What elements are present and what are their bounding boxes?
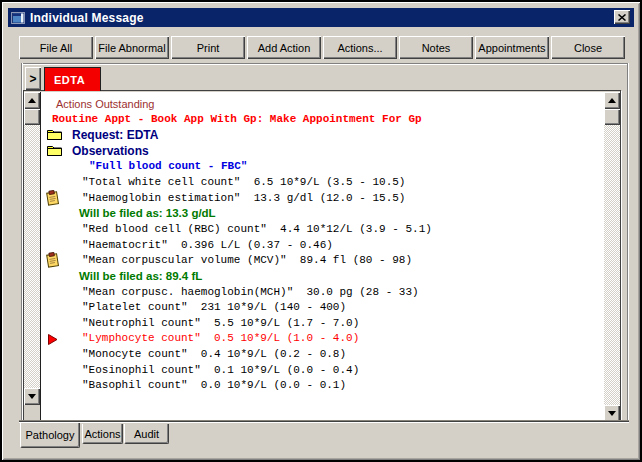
tab-pathology[interactable]: Pathology [20, 423, 80, 448]
close-button[interactable]: Close [551, 36, 625, 59]
message-line: "Full blood count - FBC" [41, 159, 604, 175]
message-line-text: "Platelet count" 231 10*9/L (140 - 400) [82, 301, 346, 313]
close-icon[interactable] [614, 10, 630, 24]
file-abnormal-button[interactable]: File Abnormal [95, 36, 169, 59]
actions-button[interactable]: Actions... [323, 36, 397, 59]
message-line: "Mean corpuscular volume (MCV)" 89.4 fl … [41, 252, 604, 268]
window-title: Individual Message [30, 11, 144, 25]
message-line: "Eosinophil count" 0.1 10*9/L (0.0 - 0.4… [41, 362, 604, 378]
message-line: Actions Outstanding [41, 96, 604, 112]
message-line: "Monocyte count" 0.4 10*9/L (0.2 - 0.8) [41, 346, 604, 362]
add-action-button[interactable]: Add Action [247, 36, 321, 59]
left-scrollbar-thumb[interactable] [24, 109, 40, 125]
message-line: "Mean corpusc. haemoglobin(MCH)" 30.0 pg… [41, 284, 604, 300]
message-line: "Total white cell count" 6.5 10*9/L (3.5… [41, 174, 604, 190]
message-line: Will be filed as: 89.4 fL [41, 268, 604, 284]
message-line-text: Routine Appt - Book App With Gp: Make Ap… [52, 113, 422, 125]
folder-icon [46, 144, 63, 160]
message-line-text: "Haemoglobin estimation" 13.3 g/dl (12.0… [82, 192, 405, 204]
message-line-text: "Total white cell count" 6.5 10*9/L (3.5… [82, 176, 405, 188]
message-line-text: "Neutrophil count" 5.5 10*9/L (1.7 - 7.0… [82, 317, 359, 329]
dialog-individual-message: Individual Message File AllFile Abnormal… [0, 0, 642, 462]
message-line-text: "Monocyte count" 0.4 10*9/L (0.2 - 0.8) [82, 348, 346, 360]
message-line-text: Will be filed as: 89.4 fL [79, 270, 202, 282]
message-line-text: Observations [72, 144, 149, 158]
message-line-text: "Eosinophil count" 0.1 10*9/L (0.0 - 0.4… [82, 364, 359, 376]
message-line-text: "Mean corpusc. haemoglobin(MCH)" 30.0 pg… [82, 286, 419, 298]
folder-icon [46, 128, 63, 144]
message-line-text: "Haematocrit" 0.396 L/L (0.37 - 0.46) [82, 239, 333, 251]
message-line: "Lymphocyte count" 0.5 10*9/L (1.0 - 4.0… [41, 331, 604, 347]
message-line-text: "Full blood count - FBC" [89, 160, 247, 172]
message-line: Will be filed as: 13.3 g/dL [41, 205, 604, 221]
notes-button[interactable]: Notes [399, 36, 473, 59]
message-window-icon [11, 11, 25, 25]
message-line: "Platelet count" 231 10*9/L (140 - 400) [41, 299, 604, 315]
message-line: "Red blood cell (RBC) count" 4.4 10*12/L… [41, 221, 604, 237]
message-line: "Basophil count" 0.0 10*9/L (0.0 - 0.1) [41, 378, 604, 394]
message-line-text: Actions Outstanding [56, 98, 154, 110]
message-line: "Haemoglobin estimation" 13.3 g/dl (12.0… [41, 190, 604, 206]
right-scrollbar-thumb[interactable] [604, 109, 620, 125]
message-line-text: "Lymphocyte count" 0.5 10*9/L (1.0 - 4.0… [82, 332, 359, 344]
right-scrollbar[interactable] [604, 92, 620, 422]
tab-edta[interactable]: EDTA [44, 67, 101, 91]
message-line: Routine Appt - Book App With Gp: Make Ap… [41, 112, 604, 128]
message-line-text: "Basophil count" 0.0 10*9/L (0.0 - 0.1) [82, 379, 346, 391]
message-panel: Actions Outstanding Routine Appt - Book A… [23, 90, 621, 421]
message-line-text: Request: EDTA [72, 128, 158, 142]
tab-scroll-button[interactable]: > [25, 67, 41, 90]
scroll-up-icon[interactable] [604, 92, 620, 109]
bottom-tabstrip-line [19, 420, 629, 423]
message-line-text: Will be filed as: 13.3 g/dL [79, 207, 216, 219]
tab-actions[interactable]: Actions [82, 424, 123, 444]
file-all-button[interactable]: File All [19, 36, 93, 59]
message-text-area[interactable]: Actions Outstanding Routine Appt - Book A… [40, 92, 604, 422]
message-line: "Neutrophil count" 5.5 10*9/L (1.7 - 7.0… [41, 315, 604, 331]
message-line: Request: EDTA [41, 127, 604, 143]
message-line-text: "Red blood cell (RBC) count" 4.4 10*12/L… [82, 223, 432, 235]
message-line-text: "Mean corpuscular volume (MCV)" 89.4 fl … [82, 254, 412, 266]
title-bar: Individual Message [8, 8, 634, 27]
tab-audit[interactable]: Audit [124, 424, 169, 444]
scroll-up-icon[interactable] [24, 92, 40, 109]
message-line: "Haematocrit" 0.396 L/L (0.37 - 0.46) [41, 237, 604, 253]
print-button[interactable]: Print [171, 36, 245, 59]
panel-groove-right [627, 63, 629, 421]
toolbar: File AllFile AbnormalPrintAdd ActionActi… [2, 36, 642, 59]
panel-groove-top [21, 63, 629, 65]
left-scrollbar[interactable] [24, 92, 40, 422]
message-line: Observations [41, 143, 604, 159]
message-lines: Actions Outstanding Routine Appt - Book A… [41, 92, 604, 393]
appointments-button[interactable]: Appointments [475, 36, 549, 59]
scroll-down-icon[interactable] [24, 388, 40, 405]
